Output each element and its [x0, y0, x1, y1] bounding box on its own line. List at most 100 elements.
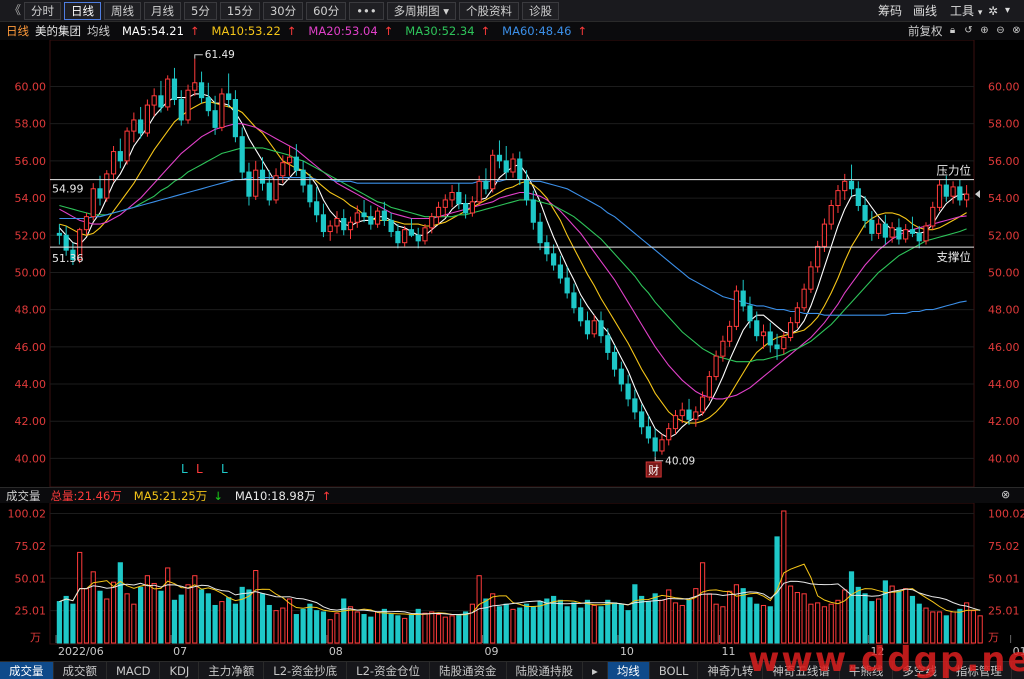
period-button-6[interactable]: 30分 — [262, 1, 304, 20]
tab-shenqi[interactable]: 神奇九转 — [698, 661, 764, 679]
candle-body — [83, 216, 90, 231]
volume-bar — [232, 603, 239, 644]
period-button-3[interactable]: 月线 — [144, 1, 181, 20]
candle-body — [848, 180, 855, 190]
x-tick-label: 09 — [485, 645, 499, 658]
candle-body — [192, 82, 198, 91]
vol-ma10-value: MA10:18.98万 ↑ — [234, 488, 332, 503]
volume-unit-right: 万 — [988, 631, 999, 644]
volume-bar — [848, 571, 855, 644]
volume-bar — [219, 601, 225, 644]
ma10-value: MA10:53.22 ↑ — [211, 24, 297, 38]
tab-l2-position[interactable]: L2-资金仓位 — [347, 661, 431, 679]
close-icon[interactable]: ⊗ — [1011, 25, 1023, 37]
tab-volume[interactable]: 成交量 — [0, 661, 54, 679]
tab-turnover[interactable]: 成交额 — [54, 661, 107, 679]
tab-indicator-manage[interactable]: 指标管理 — [947, 661, 1012, 679]
volume-bar — [564, 606, 570, 644]
volume-settings-icon[interactable]: ⊗ — [1001, 488, 1010, 501]
volume-bar — [334, 612, 340, 644]
collapse-icon[interactable]: ▾ — [1005, 0, 1010, 22]
tab-long-short[interactable]: 多空线 — [893, 661, 947, 679]
tabs-next-icon[interactable]: ▸ — [583, 661, 608, 679]
candle-body — [456, 191, 462, 205]
period-button-2[interactable]: 周线 — [104, 1, 141, 20]
volume-tick-right: 75.02 — [988, 540, 1020, 553]
period-button-5[interactable]: 15分 — [219, 1, 260, 20]
candle-body — [544, 242, 550, 255]
candle-body — [808, 266, 814, 290]
candle-body — [286, 156, 293, 164]
x-tick-label: 08 — [329, 645, 343, 658]
period-button-8[interactable]: ••• — [349, 1, 384, 20]
candle-body — [923, 225, 929, 242]
volume-bar — [314, 610, 320, 644]
chips-button[interactable]: 筹码 — [878, 0, 902, 22]
candle-body — [537, 221, 543, 244]
indicator-type[interactable]: 均线 — [87, 23, 110, 39]
tab-macd[interactable]: MACD — [107, 661, 161, 679]
settings-icon[interactable]: ✲ — [988, 0, 998, 22]
rehab-dropdown[interactable]: 前复权 — [908, 23, 943, 39]
period-button-11[interactable]: 诊股 — [522, 1, 560, 20]
tab-l2-funds[interactable]: L2-资金抄底 — [264, 661, 348, 679]
tab-ma[interactable]: 均线 — [607, 661, 650, 679]
back-button[interactable]: 《 — [3, 2, 21, 20]
volume-bar — [97, 590, 103, 644]
candle-body — [618, 368, 624, 385]
y-tick-label-right: 60.00 — [988, 80, 1020, 93]
volume-bar — [699, 562, 706, 644]
volume-bar — [368, 616, 374, 644]
volume-bar — [381, 608, 387, 644]
volume-bar — [882, 580, 888, 644]
tab-northbound-funds[interactable]: 陆股通资金 — [430, 661, 507, 679]
candle-body — [435, 206, 442, 218]
candle-body — [165, 78, 171, 108]
period-button-0[interactable]: 分时 — [24, 1, 61, 20]
volume-bar — [672, 602, 679, 644]
candle-body — [571, 292, 577, 309]
tab-main-net[interactable]: 主力净额 — [199, 661, 265, 679]
zoom-in-icon[interactable]: ⊕ — [979, 25, 991, 37]
candle-body — [280, 162, 286, 177]
candle-body — [950, 186, 956, 197]
volume-bar — [862, 593, 868, 644]
period-button-1[interactable]: 日线 — [64, 1, 101, 20]
support-text: 支撑位 — [937, 250, 972, 264]
period-button-4[interactable]: 5分 — [184, 1, 217, 20]
candlestick-chart[interactable]: 60.00 60.00 58.00 58.00 56.00 56.00 54.00 54.00… — [0, 40, 1024, 487]
lock-icon[interactable]: 🔒︎ — [947, 25, 959, 37]
down-arrow-icon: ↓ — [213, 488, 223, 503]
tab-bull-bear[interactable]: 牛熊线 — [840, 661, 894, 679]
volume-bar — [686, 599, 692, 644]
period-button-9[interactable]: 多周期图 ▾ — [386, 1, 457, 20]
tools-button[interactable]: 工具 ▾ — [950, 0, 982, 22]
candle-body — [869, 219, 875, 234]
volume-bar — [517, 607, 523, 644]
period-button-7[interactable]: 60分 — [306, 1, 347, 20]
volume-bar — [293, 614, 299, 644]
x-tick-label: 2022/06 — [58, 645, 104, 658]
candle-body — [104, 173, 110, 199]
tab-boll[interactable]: BOLL — [650, 661, 699, 679]
volume-legend-bar: 成交量 总量:21.46万 MA5:21.25万 ↓ MA10:18.98万 ↑ — [0, 487, 1024, 503]
candle-body — [564, 277, 570, 294]
ma5-value: MA5:54.21 ↑ — [122, 24, 200, 38]
candle-body — [733, 290, 740, 327]
candle-body — [916, 232, 922, 242]
tab-northbound-holding[interactable]: 陆股通持股 — [507, 661, 584, 679]
tab-kdj[interactable]: KDJ — [160, 661, 200, 679]
period-button-10[interactable]: 个股资料 — [459, 1, 520, 20]
candle-body — [720, 340, 726, 357]
volume-bar — [815, 602, 821, 644]
tab-shenqi5[interactable]: 神奇五线谱 — [763, 661, 840, 679]
volume-bar — [327, 619, 333, 644]
volume-chart[interactable]: 100.02 100.02 75.02 75.02 50.01 50.01 25.01 25.… — [0, 503, 1024, 661]
candle-body — [354, 212, 360, 223]
volume-bar — [56, 601, 62, 644]
zoom-out-icon[interactable]: ⊖ — [995, 25, 1007, 37]
undo-icon[interactable]: ↺ — [963, 25, 975, 37]
candle-body — [374, 210, 381, 225]
up-arrow-icon: ↑ — [480, 24, 491, 38]
draw-line-button[interactable]: 画线 — [913, 0, 937, 22]
